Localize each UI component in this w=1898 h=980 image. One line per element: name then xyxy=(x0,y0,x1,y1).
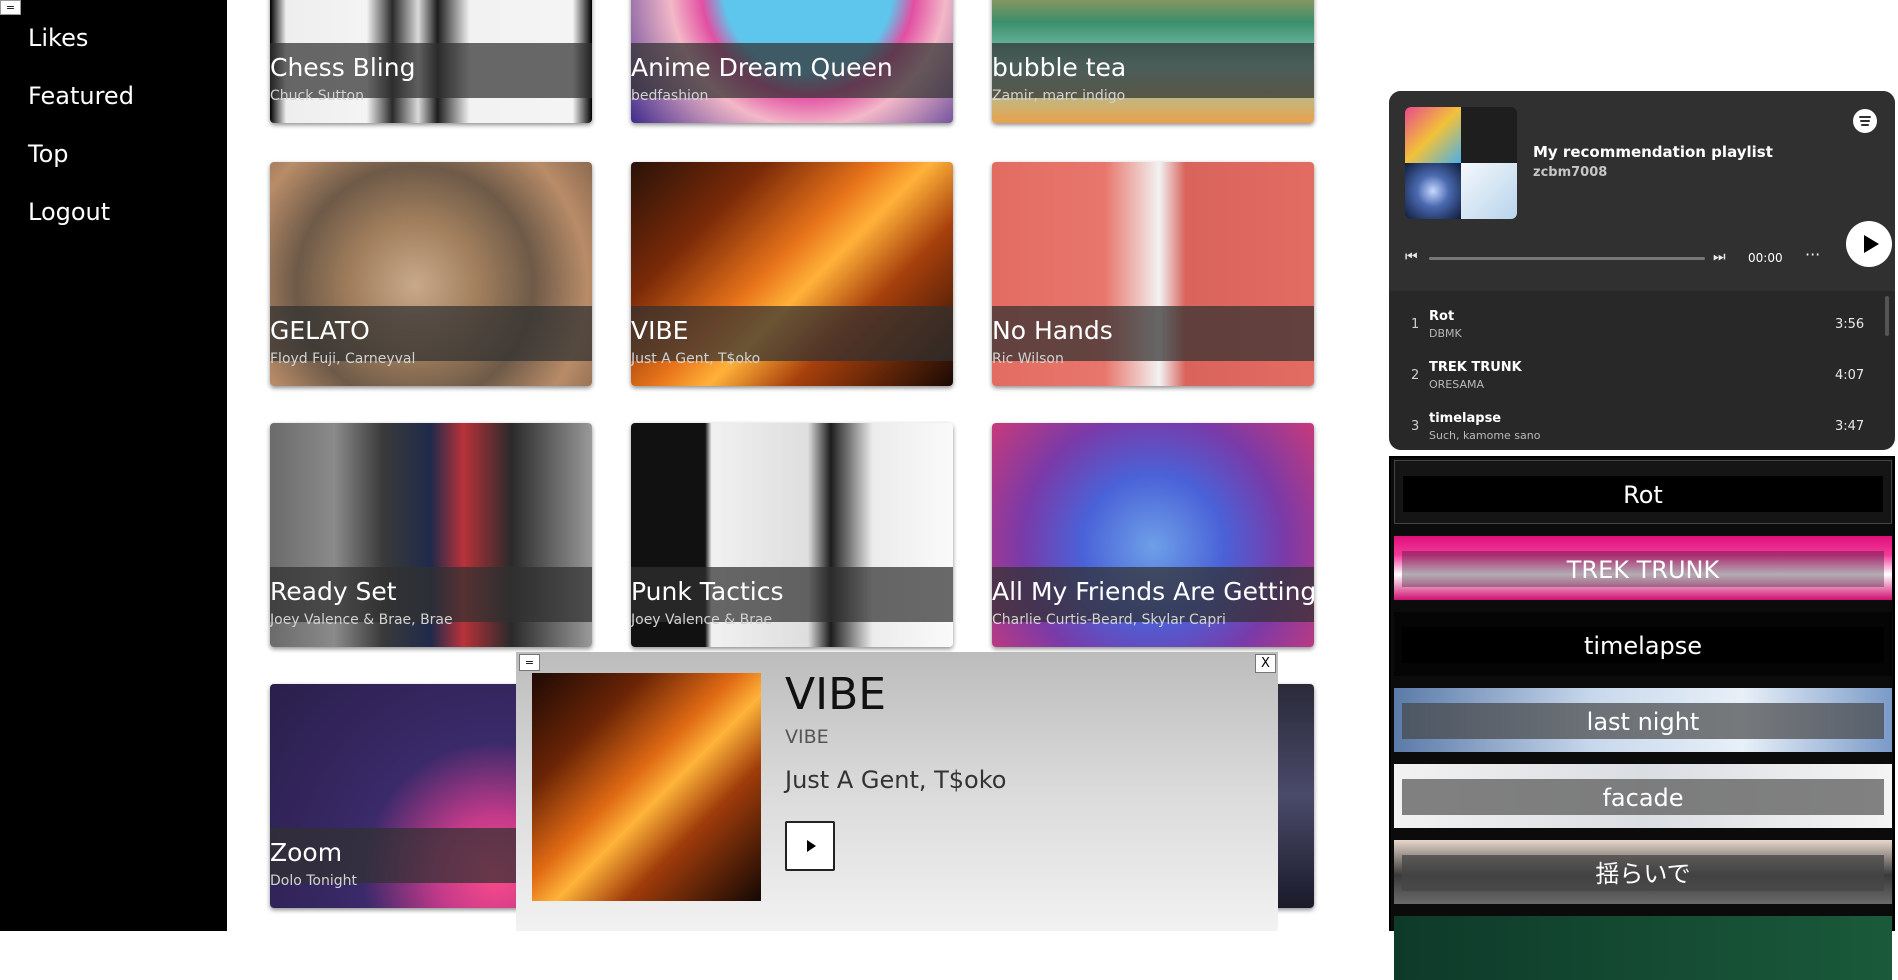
nav-featured[interactable]: Featured xyxy=(28,82,134,110)
track-name: TREK TRUNK xyxy=(1429,360,1522,375)
nav-logout[interactable]: Logout xyxy=(28,198,110,226)
queue-item[interactable]: facade xyxy=(1394,764,1892,828)
skip-next-icon[interactable]: ⏭ xyxy=(1713,249,1726,265)
card-artist: Zamir, marc indigo xyxy=(992,88,1126,104)
queue-item[interactable]: timelapse xyxy=(1394,612,1892,676)
queue-item-label: last night xyxy=(1586,708,1700,736)
nav-likes[interactable]: Likes xyxy=(28,24,88,52)
play-button[interactable] xyxy=(1846,221,1892,267)
card-artist: bedfashion xyxy=(631,88,709,104)
track-name: timelapse xyxy=(1429,411,1502,426)
track-card[interactable]: Ready Set Joey Valence & Brae, Brae xyxy=(270,423,592,647)
track-card[interactable]: All My Friends Are Getting M Charlie Cur… xyxy=(992,423,1314,647)
playback-time: 00:00 xyxy=(1748,251,1783,265)
card-artist: Dolo Tonight xyxy=(270,873,358,889)
card-title: Ready Set xyxy=(270,577,397,606)
sidebar: Likes Featured Top Logout xyxy=(0,0,227,931)
queue-item-label: Rot xyxy=(1623,481,1663,509)
progress-bar[interactable] xyxy=(1429,257,1705,260)
card-title: Chess Bling xyxy=(270,53,416,82)
playlist-title[interactable]: My recommendation playlist xyxy=(1533,143,1773,161)
now-playing-modal: = X VIBE VIBE Just A Gent, T$oko xyxy=(516,652,1278,931)
track-card[interactable]: bubble tea Zamir, marc indigo xyxy=(992,0,1314,123)
menu-toggle-button[interactable]: = xyxy=(0,0,21,15)
track-card[interactable]: GELATO Floyd Fuji, Carneyval xyxy=(270,162,592,386)
minimize-button[interactable]: = xyxy=(519,654,540,671)
track-number: 3 xyxy=(1411,419,1420,434)
track-card[interactable]: VIBE Just A Gent, T$oko xyxy=(631,162,953,386)
card-artist: Floyd Fuji, Carneyval xyxy=(270,351,416,367)
track-artist: Such, kamome sano xyxy=(1429,429,1541,442)
playlist-owner[interactable]: zcbm7008 xyxy=(1533,165,1607,180)
card-title: Punk Tactics xyxy=(631,577,784,606)
card-artist: Chuck Sutton xyxy=(270,88,364,104)
track-row[interactable]: 1 Rot DBMK 3:56 xyxy=(1389,299,1879,349)
track-queue: Rot TREK TRUNK timelapse last night faca… xyxy=(1389,456,1895,980)
playlist-cover xyxy=(1405,107,1517,219)
track-row[interactable]: 2 TREK TRUNK ORESAMA 4:07 xyxy=(1389,350,1879,400)
card-title: No Hands xyxy=(992,316,1113,345)
queue-item-label: 揺らいで xyxy=(1595,860,1691,888)
track-duration: 4:07 xyxy=(1835,368,1865,383)
nav-top[interactable]: Top xyxy=(28,140,69,168)
tracklist-scrollbar[interactable] xyxy=(1885,296,1889,336)
album-name: VIBE xyxy=(785,726,829,748)
track-title: VIBE xyxy=(785,669,887,720)
play-icon[interactable] xyxy=(785,821,835,871)
card-artist: Joey Valence & Brae xyxy=(631,612,773,628)
queue-item-label: TREK TRUNK xyxy=(1566,556,1720,584)
card-artist: Joey Valence & Brae, Brae xyxy=(270,612,453,628)
track-card[interactable]: No Hands Ric Wilson xyxy=(992,162,1314,386)
card-title: GELATO xyxy=(270,316,370,345)
card-title: VIBE xyxy=(631,316,689,345)
track-card[interactable]: Punk Tactics Joey Valence & Brae xyxy=(631,423,953,647)
track-name: Rot xyxy=(1429,309,1455,324)
queue-item[interactable]: Rot xyxy=(1394,460,1892,524)
queue-item[interactable]: TREK TRUNK xyxy=(1394,536,1892,600)
queue-item[interactable] xyxy=(1394,916,1892,980)
track-card[interactable]: Chess Bling Chuck Sutton xyxy=(270,0,592,123)
card-title: All My Friends Are Getting M xyxy=(992,577,1314,606)
spotify-playlist-embed: My recommendation playlist zcbm7008 ⏮ ⏭ … xyxy=(1389,91,1895,450)
track-number: 1 xyxy=(1411,317,1420,332)
queue-item-label: facade xyxy=(1602,784,1684,812)
spotify-logo-icon[interactable] xyxy=(1853,109,1877,133)
track-artists: Just A Gent, T$oko xyxy=(785,766,1007,794)
close-button[interactable]: X xyxy=(1255,654,1276,673)
track-number: 2 xyxy=(1411,368,1420,383)
queue-item[interactable]: 揺らいで xyxy=(1394,840,1892,904)
more-options-button[interactable]: ··· xyxy=(1805,245,1820,264)
card-artist: Ric Wilson xyxy=(992,351,1064,367)
queue-item-label: timelapse xyxy=(1583,632,1703,660)
track-duration: 3:47 xyxy=(1835,419,1865,434)
card-artist: Just A Gent, T$oko xyxy=(631,351,761,367)
card-artist: Charlie Curtis-Beard, Skylar Capri xyxy=(992,612,1226,628)
card-title: Zoom xyxy=(270,838,343,867)
track-duration: 3:56 xyxy=(1835,317,1865,332)
queue-item[interactable]: last night xyxy=(1394,688,1892,752)
track-artist: DBMK xyxy=(1429,327,1462,340)
card-title: bubble tea xyxy=(992,53,1127,82)
skip-previous-icon[interactable]: ⏮ xyxy=(1405,249,1418,265)
track-card[interactable]: Anime Dream Queen bedfashion xyxy=(631,0,953,123)
card-title: Anime Dream Queen xyxy=(631,53,893,82)
album-art xyxy=(532,673,761,901)
track-row[interactable]: 3 timelapse Such, kamome sano 3:47 xyxy=(1389,401,1879,450)
track-artist: ORESAMA xyxy=(1429,378,1484,391)
